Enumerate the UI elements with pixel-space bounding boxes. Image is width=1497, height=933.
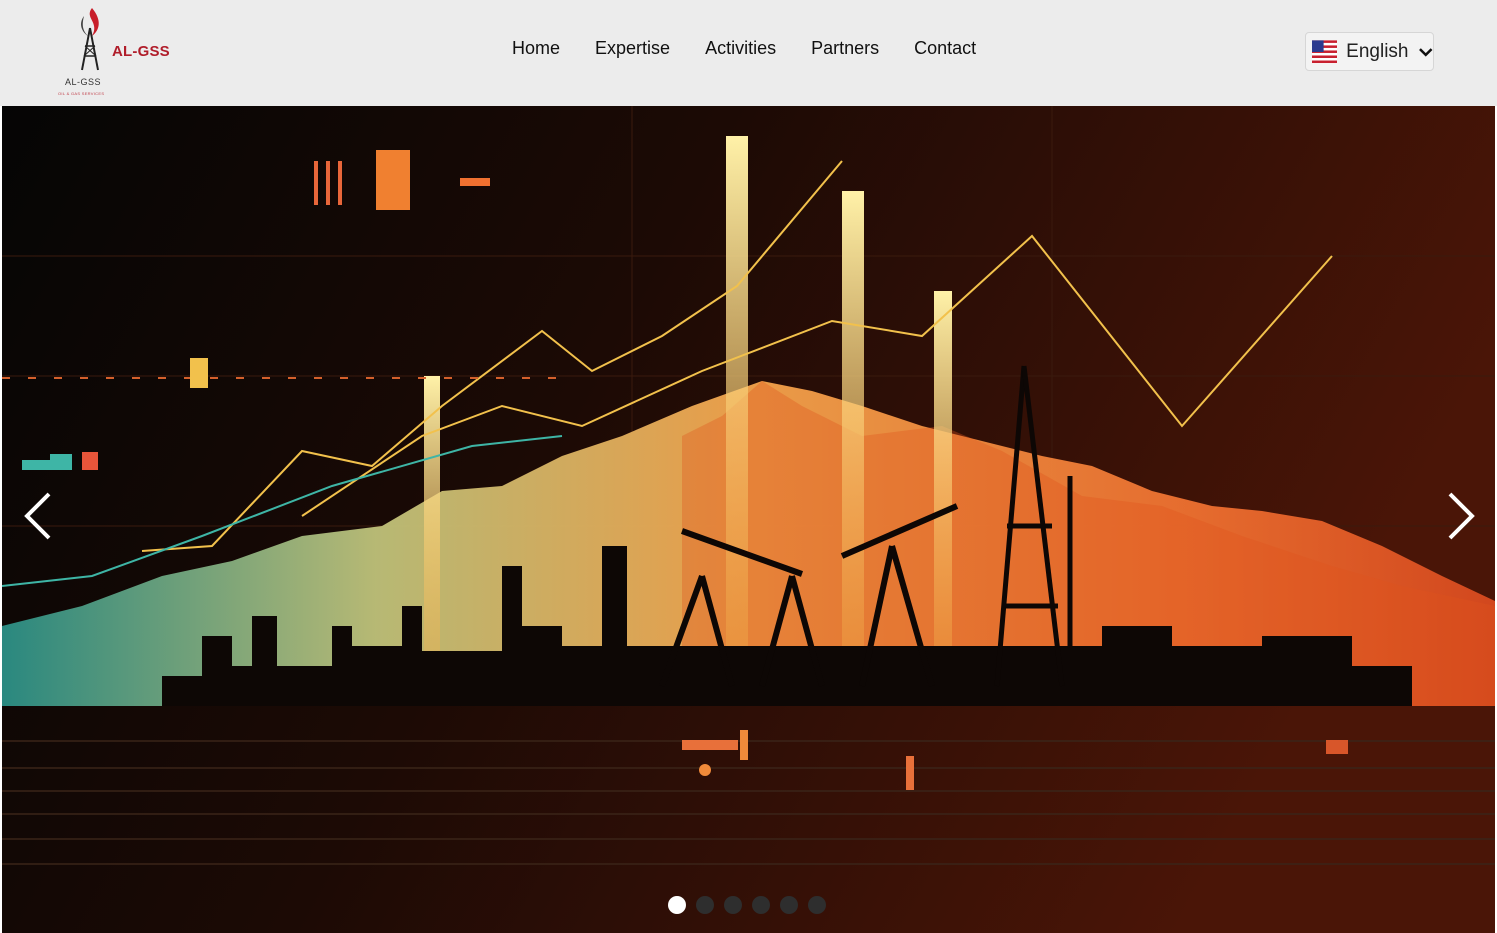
carousel-dot[interactable] xyxy=(780,896,798,914)
chevron-right-icon xyxy=(1448,492,1475,540)
nav-partners[interactable]: Partners xyxy=(811,38,879,59)
hero-illustration xyxy=(2,106,1495,933)
derrick-flame-icon xyxy=(81,8,99,71)
carousel-dot[interactable] xyxy=(724,896,742,914)
nav-expertise[interactable]: Expertise xyxy=(595,38,670,59)
chevron-down-icon xyxy=(1418,47,1432,57)
carousel-dot[interactable] xyxy=(668,896,686,914)
carousel-dot[interactable] xyxy=(752,896,770,914)
main-nav: Home Expertise Activities Partners Conta… xyxy=(512,38,976,59)
carousel-next-button[interactable] xyxy=(1440,486,1480,546)
logo-subtitle: AL-GSS xyxy=(65,77,102,87)
carousel-indicators xyxy=(668,896,826,914)
nav-contact[interactable]: Contact xyxy=(914,38,976,59)
carousel-dot[interactable] xyxy=(808,896,826,914)
hero-carousel xyxy=(2,106,1495,933)
logo-tagline: OIL & GAS SERVICES xyxy=(58,91,105,96)
carousel-dot[interactable] xyxy=(696,896,714,914)
chevron-left-icon xyxy=(24,492,51,540)
nav-activities[interactable]: Activities xyxy=(705,38,776,59)
nav-home[interactable]: Home xyxy=(512,38,560,59)
us-flag-icon xyxy=(1312,39,1338,64)
carousel-prev-button[interactable] xyxy=(19,486,59,546)
logo-brand-text: AL-GSS xyxy=(112,43,170,60)
language-selector[interactable]: English xyxy=(1305,32,1434,71)
language-label: English xyxy=(1346,40,1409,62)
site-logo[interactable]: AL-GSS AL-GSS OIL & GAS SERVICES xyxy=(56,6,186,100)
site-header: AL-GSS AL-GSS OIL & GAS SERVICES Home Ex… xyxy=(0,0,1497,106)
